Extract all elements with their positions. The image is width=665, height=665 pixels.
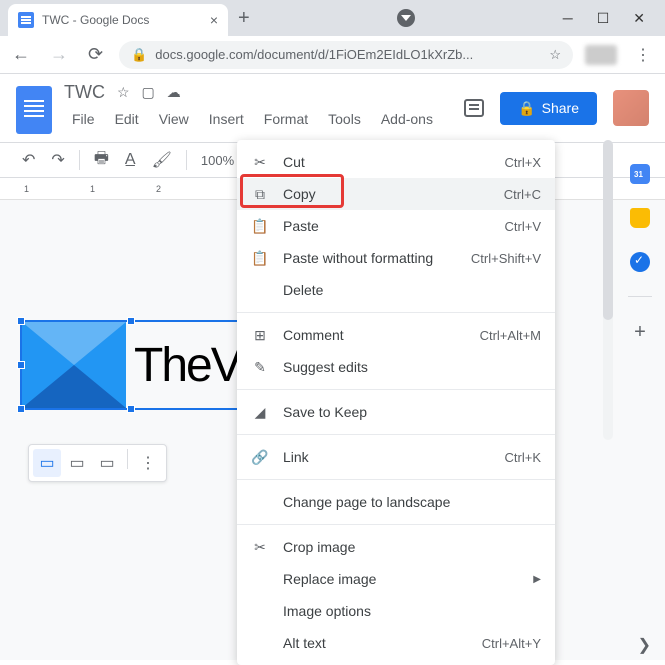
docs-logo-icon[interactable]: [16, 86, 52, 134]
context-menu-paste-plain[interactable]: 📋 Paste without formatting Ctrl+Shift+V: [237, 242, 555, 274]
link-icon: 🔗: [251, 448, 269, 466]
context-menu-crop[interactable]: ✂ Crop image: [237, 531, 555, 563]
crop-icon: ✂: [251, 538, 269, 556]
window-controls: ─ ☐ ✕: [563, 10, 657, 27]
context-menu: ✂ Cut Ctrl+X ⧉ Copy Ctrl+C 📋 Paste Ctrl+…: [237, 140, 555, 665]
context-menu-keep[interactable]: ◢ Save to Keep: [237, 396, 555, 428]
context-menu-image-options[interactable]: Image options: [237, 595, 555, 627]
forward-button[interactable]: →: [46, 40, 72, 69]
scrollbar[interactable]: [603, 140, 613, 440]
image-logo: [22, 322, 126, 408]
image-more-button[interactable]: ⋮: [134, 449, 162, 477]
tab-bar: TWC - Google Docs × + ─ ☐ ✕: [0, 0, 665, 36]
spellcheck-button[interactable]: A̲: [119, 145, 142, 175]
browser-menu-icon[interactable]: ⋮: [629, 45, 657, 65]
address-bar: ← → ⟳ 🔒 docs.google.com/document/d/1FiOE…: [0, 36, 665, 74]
resize-handle[interactable]: [127, 405, 135, 413]
url-bar[interactable]: 🔒 docs.google.com/document/d/1FiOEm2EIdL…: [119, 41, 573, 69]
menu-insert[interactable]: Insert: [201, 107, 252, 131]
cloud-icon[interactable]: ☁: [167, 84, 181, 101]
user-avatar[interactable]: [613, 90, 649, 126]
close-icon[interactable]: ✕: [633, 10, 645, 27]
menu-file[interactable]: File: [64, 107, 103, 131]
back-button[interactable]: ←: [8, 40, 34, 69]
document-title[interactable]: TWC: [64, 82, 105, 103]
lock-icon: 🔒: [518, 100, 535, 117]
menu-addons[interactable]: Add-ons: [373, 107, 441, 131]
share-button[interactable]: 🔒 Share: [500, 92, 597, 125]
calendar-icon[interactable]: [630, 164, 650, 184]
context-menu-delete[interactable]: Delete: [237, 274, 555, 306]
maximize-icon[interactable]: ☐: [597, 10, 610, 27]
menu-format[interactable]: Format: [256, 107, 316, 131]
keep-icon[interactable]: [630, 208, 650, 228]
menubar: File Edit View Insert Format Tools Add-o…: [64, 107, 452, 131]
copy-icon: ⧉: [251, 185, 269, 203]
profile-avatar[interactable]: [585, 45, 617, 65]
reload-button[interactable]: ⟳: [84, 40, 107, 69]
context-menu-paste[interactable]: 📋 Paste Ctrl+V: [237, 210, 555, 242]
suggest-icon: ✎: [251, 358, 269, 376]
comments-icon[interactable]: [464, 99, 484, 117]
new-tab-button[interactable]: +: [228, 7, 260, 30]
wrap-break-button[interactable]: ▭: [93, 449, 121, 477]
lock-icon: 🔒: [131, 47, 147, 63]
menu-tools[interactable]: Tools: [320, 107, 369, 131]
image-toolbar: ▭ ▭ ▭ ⋮: [28, 444, 167, 482]
zoom-dropdown[interactable]: 100%: [195, 153, 240, 168]
scrollbar-thumb[interactable]: [603, 140, 613, 320]
url-text: docs.google.com/document/d/1FiOEm2EIdLO1…: [155, 47, 473, 62]
minimize-icon[interactable]: ─: [563, 10, 573, 27]
star-icon[interactable]: ☆: [117, 84, 130, 101]
side-panel: +: [615, 140, 665, 344]
keep-icon: ◢: [251, 403, 269, 421]
context-menu-alt-text[interactable]: Alt text Ctrl+Alt+Y: [237, 627, 555, 659]
submenu-arrow-icon: ▶: [533, 574, 541, 585]
resize-handle[interactable]: [17, 317, 25, 325]
docs-favicon: [18, 12, 34, 28]
bookmark-star-icon[interactable]: ☆: [549, 47, 561, 63]
browser-chrome: TWC - Google Docs × + ─ ☐ ✕ ← → ⟳ 🔒 docs…: [0, 0, 665, 74]
print-button[interactable]: 🖶: [88, 141, 115, 180]
paint-format-button[interactable]: 🖌: [146, 144, 178, 176]
docs-header: TWC ☆ ▢ ☁ File Edit View Insert Format T…: [0, 74, 665, 134]
paste-plain-icon: 📋: [251, 249, 269, 267]
paste-icon: 📋: [251, 217, 269, 235]
wrap-inline-button[interactable]: ▭: [33, 449, 61, 477]
context-menu-cut[interactable]: ✂ Cut Ctrl+X: [237, 146, 555, 178]
tab-close-icon[interactable]: ×: [210, 12, 218, 28]
cut-icon: ✂: [251, 153, 269, 171]
tab-title: TWC - Google Docs: [42, 13, 149, 27]
move-icon[interactable]: ▢: [142, 84, 155, 101]
add-addon-button[interactable]: +: [634, 321, 646, 344]
doc-title-area: TWC ☆ ▢ ☁ File Edit View Insert Format T…: [64, 82, 452, 131]
image-text: TheV: [126, 338, 241, 393]
undo-button[interactable]: ↶: [16, 144, 41, 176]
context-menu-suggest[interactable]: ✎ Suggest edits: [237, 351, 555, 383]
wrap-text-button[interactable]: ▭: [63, 449, 91, 477]
resize-handle[interactable]: [17, 361, 25, 369]
context-menu-replace-image[interactable]: Replace image ▶: [237, 563, 555, 595]
comment-icon: ⊞: [251, 326, 269, 344]
tab-search-icon[interactable]: [397, 9, 415, 27]
side-panel-expand-icon[interactable]: ❯: [638, 635, 651, 655]
tasks-icon[interactable]: [630, 252, 650, 272]
browser-tab[interactable]: TWC - Google Docs ×: [8, 4, 228, 36]
context-menu-link[interactable]: 🔗 Link Ctrl+K: [237, 441, 555, 473]
selected-image[interactable]: TheV: [20, 320, 243, 410]
menu-edit[interactable]: Edit: [107, 107, 147, 131]
context-menu-copy[interactable]: ⧉ Copy Ctrl+C: [237, 178, 555, 210]
share-label: Share: [542, 100, 579, 116]
resize-handle[interactable]: [17, 405, 25, 413]
menu-view[interactable]: View: [151, 107, 197, 131]
context-menu-landscape[interactable]: Change page to landscape: [237, 486, 555, 518]
resize-handle[interactable]: [127, 317, 135, 325]
context-menu-comment[interactable]: ⊞ Comment Ctrl+Alt+M: [237, 319, 555, 351]
redo-button[interactable]: ↷: [45, 144, 70, 176]
